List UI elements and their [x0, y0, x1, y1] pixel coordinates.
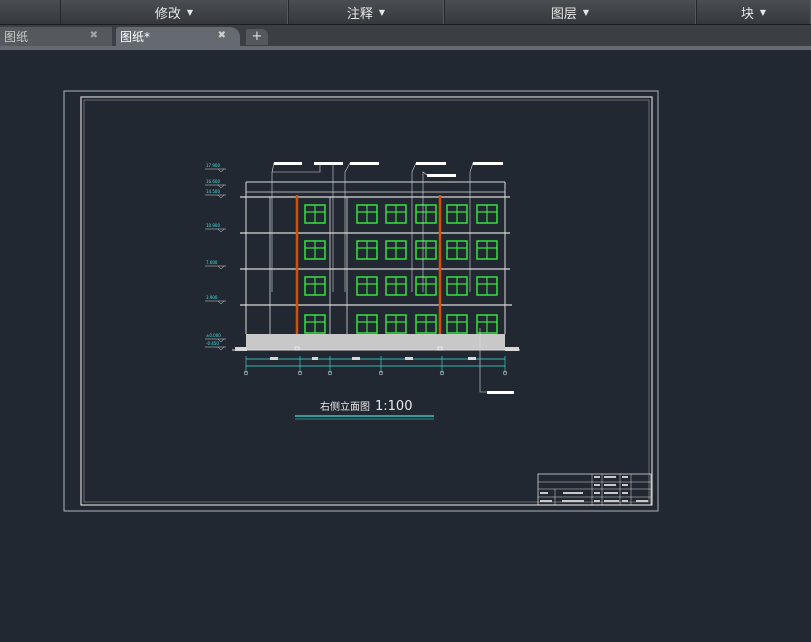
elevation-label: ±0.000	[206, 333, 221, 338]
ribbon-panel-block[interactable]: 块 ▼	[696, 0, 811, 24]
paper-sheet-border	[63, 90, 659, 512]
window	[415, 204, 437, 224]
drawing-frame-outer	[80, 96, 653, 506]
ribbon-panel-block-label: 块	[740, 6, 754, 22]
elevation-label: 17.900	[206, 163, 220, 168]
dropdown-caret-icon: ▼	[759, 7, 767, 17]
ribbon-panel-bar: 修改 ▼ 注释 ▼ 图层 ▼ 块 ▼	[0, 0, 811, 25]
window	[446, 240, 468, 260]
window	[415, 276, 437, 296]
close-icon[interactable]: ✖	[218, 30, 226, 41]
title-block	[537, 473, 652, 506]
elevation-marker: 7.600	[205, 260, 226, 270]
elevation-marker: 17.900	[205, 163, 226, 173]
new-tab-plus-icon[interactable]: +	[246, 29, 268, 45]
window	[385, 314, 407, 334]
window	[385, 240, 407, 260]
window	[476, 276, 498, 296]
window	[356, 240, 378, 260]
window	[476, 240, 498, 260]
ribbon-panel-modify-label: 修改	[154, 6, 181, 22]
window	[415, 240, 437, 260]
window	[446, 314, 468, 334]
window	[304, 240, 326, 260]
window	[385, 204, 407, 224]
file-tab-label: 图纸*	[120, 30, 151, 44]
elevation-label: 14.500	[206, 189, 220, 194]
drawing-scale: 1:100	[375, 399, 412, 414]
window	[385, 276, 407, 296]
dropdown-caret-icon: ▼	[378, 7, 386, 17]
elevation-marker: 10.900	[205, 223, 226, 233]
elevation-label: 10.900	[206, 223, 220, 228]
window	[415, 314, 437, 334]
drawing-title: 右侧立面图	[320, 400, 370, 413]
elevation-marker: 3.900	[205, 295, 226, 305]
window	[476, 204, 498, 224]
dropdown-caret-icon: ▼	[582, 7, 590, 17]
window	[356, 276, 378, 296]
ribbon-panel-layers-label: 图层	[550, 6, 577, 22]
elevation-markers: 17.900 16.600 14.500 10.900 7.600 3.900 ±0.000…	[205, 163, 226, 351]
file-tab-drawing-modified[interactable]: 图纸* ✖	[116, 27, 240, 46]
file-tab-label: 图纸	[4, 30, 29, 44]
elevation-label: 7.600	[206, 260, 218, 265]
building-plinth	[246, 334, 505, 350]
elevation-label: -0.450	[206, 341, 219, 346]
elevation-marker: 16.600	[205, 179, 226, 189]
window	[446, 204, 468, 224]
ribbon-panel-modify[interactable]: 修改 ▼	[60, 0, 288, 24]
window	[304, 276, 326, 296]
elevation-label: 16.600	[206, 179, 220, 184]
close-icon[interactable]: ✖	[90, 30, 98, 41]
drawing-canvas[interactable]: 17.900 16.600 14.500 10.900 7.600 3.900 ±0.000…	[0, 50, 811, 638]
file-tab-bar: 图纸 ✖ 图纸* ✖ +	[0, 25, 811, 50]
dropdown-caret-icon: ▼	[186, 7, 194, 17]
drawing-frame-inner	[83, 99, 650, 503]
ribbon-panel-annotate-label: 注释	[346, 6, 373, 22]
ribbon-panel-layers[interactable]: 图层 ▼	[444, 0, 696, 24]
horizontal-dimension	[243, 356, 508, 376]
window	[304, 314, 326, 334]
elevation-label: 3.900	[206, 295, 218, 300]
window	[446, 276, 468, 296]
elevation-marker: -0.450	[205, 341, 226, 351]
layout-viewport[interactable]: 17.900 16.600 14.500 10.900 7.600 3.900 ±0.000…	[0, 50, 811, 638]
window	[304, 204, 326, 224]
window	[356, 204, 378, 224]
ribbon-panel-annotate[interactable]: 注释 ▼	[288, 0, 444, 24]
window	[356, 314, 378, 334]
file-tab-drawing[interactable]: 图纸 ✖	[0, 27, 112, 46]
elevation-marker: 14.500	[205, 189, 226, 199]
